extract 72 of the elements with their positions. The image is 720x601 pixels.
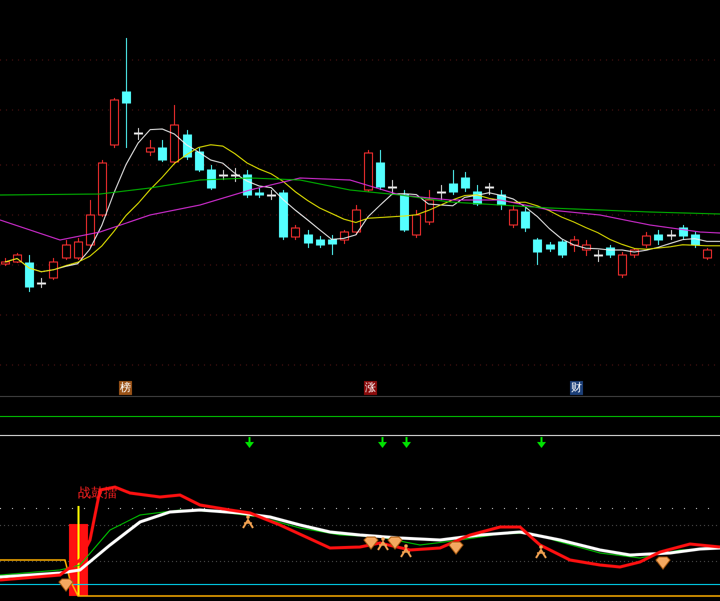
candlestick [158, 140, 167, 162]
candlestick [98, 160, 107, 218]
running-person-icon [242, 515, 254, 529]
arrow-down-icon [402, 437, 411, 448]
candlestick [437, 184, 446, 200]
candlestick [473, 184, 482, 206]
candlestick [170, 104, 179, 164]
candlestick [364, 150, 373, 192]
candlestick [691, 232, 700, 248]
candlestick [630, 248, 639, 258]
signal-badge: 榜 [119, 381, 132, 395]
candlestick [400, 190, 409, 232]
candlestick [425, 190, 434, 226]
candlestick [316, 236, 325, 248]
candlestick [654, 230, 663, 246]
candlestick [558, 240, 567, 258]
candlestick [304, 230, 313, 248]
candlestick [74, 238, 83, 260]
candlestick [267, 190, 276, 200]
candlestick [110, 98, 119, 148]
candlestick [243, 170, 252, 198]
gem-icon [58, 578, 74, 592]
candlestick [376, 150, 385, 190]
candlestick [667, 230, 676, 240]
candlestick [570, 236, 579, 252]
signal-badge: 涨 [364, 381, 377, 395]
candlestick [231, 168, 240, 182]
candlestick [255, 188, 264, 198]
candlestick [679, 224, 688, 240]
candlestick [25, 254, 34, 292]
candlestick [497, 190, 506, 210]
arrow-down-icon [537, 437, 546, 448]
candlestick [449, 170, 458, 196]
candlestick [388, 180, 397, 196]
candlestick [291, 224, 300, 240]
candlestick [219, 170, 228, 180]
candlestick [62, 240, 71, 260]
candlestick [642, 232, 651, 248]
running-person-icon [400, 544, 412, 558]
candlestick [86, 200, 95, 248]
candlestick [461, 172, 470, 192]
candlestick [146, 140, 155, 156]
candlestick [485, 182, 494, 196]
candlestick [703, 248, 712, 260]
candlestick [134, 128, 143, 140]
candlestick [533, 238, 542, 266]
arrow-down-icon [245, 437, 254, 448]
candlestick [49, 258, 58, 280]
signal-badge: 财 [570, 381, 583, 395]
candlestick [521, 208, 530, 232]
running-person-icon [377, 537, 389, 551]
candlestick [509, 204, 518, 228]
gem-icon [363, 536, 379, 550]
candlestick [618, 252, 627, 278]
candlestick [352, 204, 361, 236]
gem-icon [655, 556, 671, 570]
candlestick [183, 130, 192, 160]
running-person-icon [535, 545, 547, 559]
gem-icon [448, 542, 464, 555]
candlestick [37, 278, 46, 288]
candlestick [279, 190, 288, 240]
candlestick [606, 244, 615, 258]
candlestick [546, 242, 555, 252]
candlestick [195, 148, 204, 172]
candlestick [207, 164, 216, 190]
candlestick [594, 250, 603, 262]
candlestick [582, 240, 591, 256]
candlestick [328, 234, 337, 256]
gem-icon [387, 536, 403, 550]
arrow-down-icon [378, 437, 387, 448]
candlestick [412, 210, 421, 238]
candlestick [340, 230, 349, 244]
